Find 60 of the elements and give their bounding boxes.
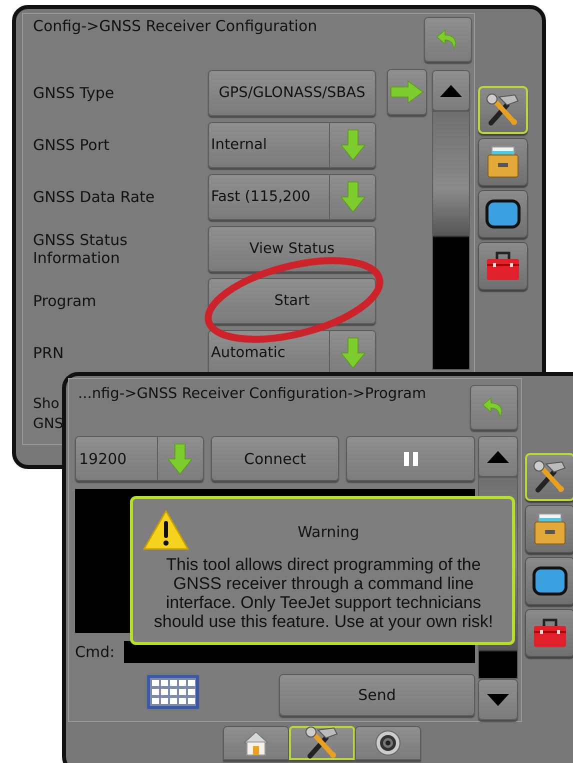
- scroll-up-button[interactable]: [432, 70, 470, 111]
- up-triangle-icon: [440, 84, 462, 96]
- setting-label: Program: [33, 292, 98, 310]
- setting-label: PRN: [33, 344, 65, 362]
- up-triangle-icon: [487, 450, 509, 462]
- setting-label: GNSS Data Rate: [33, 188, 156, 206]
- display-tab[interactable]: [525, 557, 573, 605]
- storage-box-icon: [532, 512, 568, 546]
- tools-tab[interactable]: [525, 453, 573, 501]
- pause-icon: [404, 452, 418, 466]
- pause-button[interactable]: [346, 436, 475, 481]
- setting-label: GNSS Port: [33, 136, 110, 154]
- connect-button[interactable]: Connect: [210, 436, 340, 481]
- down-arrow-icon: [340, 181, 366, 213]
- warning-message: This tool allows direct programming of the GNSS receiver through a command line interface. Only TeeJet support technicians should use this feature. Use at your own risk!: [152, 555, 494, 633]
- dropdown-field[interactable]: Internal: [208, 122, 376, 168]
- toolbox-icon: [532, 617, 568, 649]
- dropdown-field[interactable]: Fast (115,200: [208, 174, 376, 220]
- data-tab[interactable]: [478, 138, 528, 186]
- scroll-down-button[interactable]: [478, 679, 518, 720]
- selection-button[interactable]: GPS/GLONASS/SBAS: [208, 70, 376, 116]
- toolbox-tab[interactable]: [478, 242, 528, 290]
- camera-tab[interactable]: [354, 726, 420, 760]
- home-icon: [242, 730, 270, 756]
- display-tab[interactable]: [478, 190, 528, 238]
- action-button[interactable]: View Status: [208, 226, 376, 272]
- display-icon: [532, 566, 568, 596]
- back-button[interactable]: [470, 385, 518, 430]
- cmd-label: Cmd:: [75, 643, 116, 661]
- scroll-up-button[interactable]: [478, 436, 518, 477]
- setting-label: GNSS Status Information: [33, 231, 128, 267]
- keyboard-icon[interactable]: [146, 674, 200, 710]
- down-triangle-icon: [487, 694, 509, 706]
- toolbox-tab[interactable]: [525, 609, 573, 657]
- storage-box-icon: [485, 145, 521, 179]
- baud-rate-dropdown[interactable]: 19200: [75, 436, 204, 481]
- down-arrow-icon: [340, 129, 366, 161]
- warning-title: Warning: [298, 523, 360, 541]
- warning-icon: [143, 509, 189, 551]
- data-tab[interactable]: [525, 505, 573, 553]
- toolbox-icon: [485, 250, 521, 282]
- screen-title: ...nfig->GNSS Receiver Configuration->Program: [77, 385, 426, 404]
- down-arrow-icon: [167, 442, 194, 474]
- send-button[interactable]: Send: [279, 674, 475, 716]
- dropdown-button[interactable]: [329, 331, 375, 375]
- setting-label: Sho GNS: [33, 395, 64, 434]
- tools-tab[interactable]: [288, 726, 354, 760]
- setting-label: GNSS Type: [33, 84, 116, 102]
- screen-title: Config->GNSS Receiver Configuration: [33, 16, 318, 37]
- home-tab[interactable]: [222, 726, 288, 760]
- display-icon: [485, 199, 521, 229]
- next-button[interactable]: [387, 69, 427, 115]
- right-arrow-icon: [390, 80, 424, 104]
- tools-icon: [485, 93, 521, 127]
- down-arrow-icon: [340, 337, 366, 369]
- tools-icon: [532, 460, 568, 494]
- back-button[interactable]: [424, 17, 472, 62]
- camera-lens-icon: [374, 730, 400, 756]
- tools-tab[interactable]: [478, 86, 528, 134]
- tools-icon: [304, 726, 340, 760]
